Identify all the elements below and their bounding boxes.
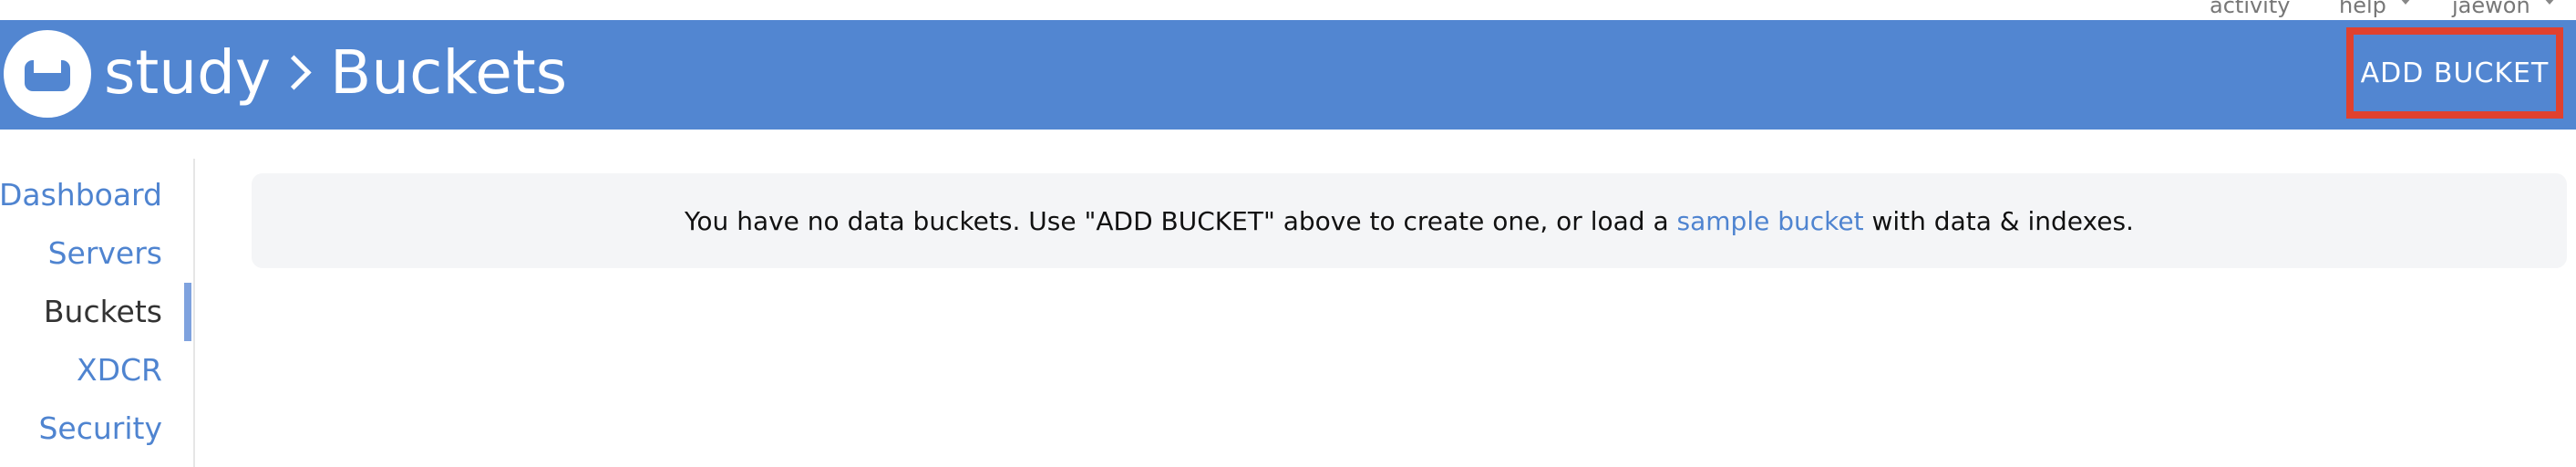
top-utility-bar: activity help jaewon: [0, 0, 2576, 20]
activity-link[interactable]: activity: [2210, 0, 2290, 18]
empty-buckets-message: You have no data buckets. Use "ADD BUCKE…: [252, 173, 2567, 268]
help-label: help: [2339, 0, 2386, 18]
sidebar-item-buckets[interactable]: Buckets: [44, 294, 162, 329]
message-text-before: You have no data buckets. Use "ADD BUCKE…: [685, 205, 1669, 236]
page-title: Buckets: [330, 37, 568, 108]
add-bucket-button[interactable]: ADD BUCKET: [2346, 27, 2563, 119]
sidebar-item-servers[interactable]: Servers: [48, 235, 162, 271]
sidebar-item-xdcr[interactable]: XDCR: [77, 352, 162, 388]
sidebar-nav: Dashboard Servers Buckets XDCR Security: [0, 159, 195, 467]
help-menu[interactable]: help: [2339, 0, 2412, 18]
header-bar: study Buckets ADD BUCKET: [0, 20, 2576, 130]
chevron-right-icon: [276, 55, 312, 91]
message-text-after: with data & indexes.: [1871, 205, 2134, 236]
caret-down-icon: [2542, 0, 2556, 5]
sidebar-item-dashboard[interactable]: Dashboard: [0, 177, 162, 213]
caret-down-icon: [2398, 0, 2412, 5]
couchbase-logo-icon[interactable]: [4, 30, 91, 118]
active-indicator: [184, 283, 191, 341]
sample-bucket-link[interactable]: sample bucket: [1677, 206, 1864, 236]
sidebar-item-security[interactable]: Security: [38, 410, 162, 446]
cluster-name[interactable]: study: [104, 37, 271, 108]
breadcrumb: study Buckets: [104, 36, 567, 109]
user-menu[interactable]: jaewon: [2452, 0, 2556, 18]
user-label: jaewon: [2452, 0, 2530, 18]
